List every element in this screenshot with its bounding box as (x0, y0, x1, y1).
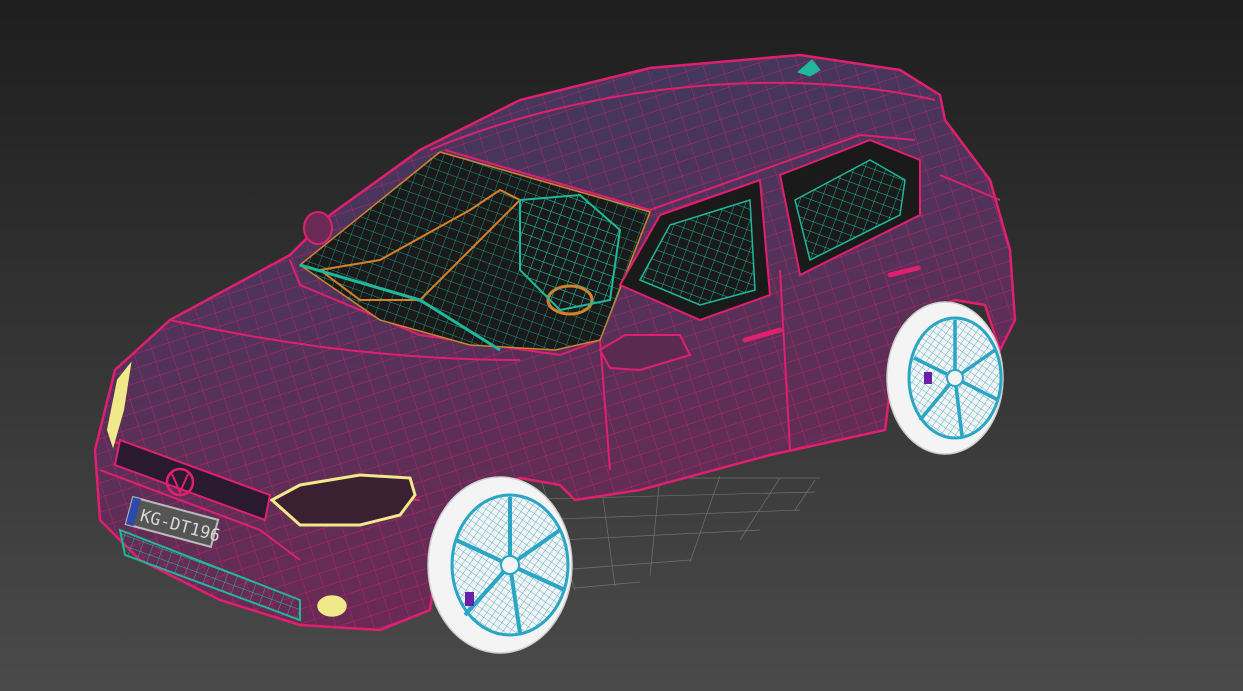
viewport-canvas[interactable]: KG-DT196 (0, 0, 1243, 691)
front-brake-caliper (465, 592, 474, 606)
front-hub (500, 555, 520, 575)
left-mirror (303, 211, 333, 245)
rear-wheel[interactable] (886, 301, 1004, 455)
front-wheel[interactable] (427, 476, 573, 654)
rear-hub (946, 369, 964, 387)
rear-brake-caliper (924, 372, 932, 384)
3d-viewport[interactable]: KG-DT196 (0, 0, 1243, 691)
fog-light (317, 595, 347, 617)
